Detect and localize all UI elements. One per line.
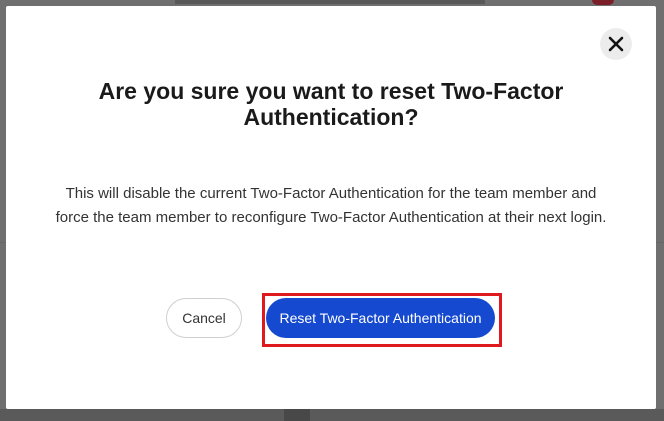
- background-topbar: [175, 0, 485, 4]
- modal-title: Are you sure you want to reset Two-Facto…: [98, 78, 564, 130]
- close-button[interactable]: [600, 28, 632, 60]
- reset-2fa-button[interactable]: Reset Two-Factor Authentication: [266, 298, 495, 338]
- background-divider: [656, 242, 664, 243]
- background-logo-mark: [592, 0, 614, 5]
- reset-2fa-modal: Are you sure you want to reset Two-Facto…: [6, 6, 656, 409]
- close-icon: [608, 36, 624, 52]
- cancel-button[interactable]: Cancel: [166, 298, 242, 338]
- background-bottom-strip: [0, 409, 664, 421]
- background-bottom-block: [284, 409, 310, 421]
- modal-body-text: This will disable the current Two-Factor…: [55, 185, 607, 226]
